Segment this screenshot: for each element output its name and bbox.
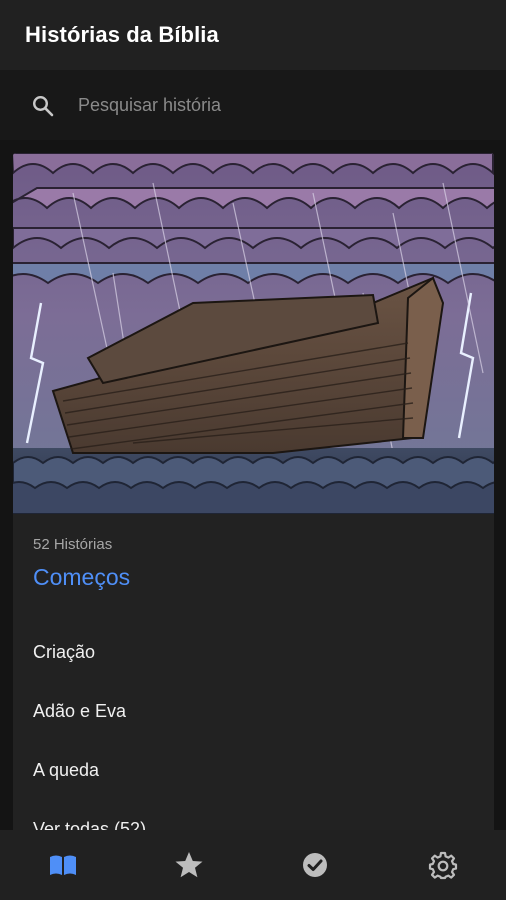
bottom-navigation xyxy=(0,830,506,900)
nav-tab-stories[interactable] xyxy=(0,830,126,900)
app-title: Histórias da Bíblia xyxy=(25,22,219,47)
app-bar: Histórias da Bíblia xyxy=(0,0,506,70)
search-input[interactable] xyxy=(78,90,478,120)
collection-title[interactable]: Começos xyxy=(33,564,130,591)
check-circle-icon xyxy=(300,850,330,880)
book-icon xyxy=(48,850,78,880)
list-item[interactable]: Adão e Eva xyxy=(33,694,473,728)
list-item[interactable]: Criação xyxy=(33,635,473,669)
gear-icon xyxy=(428,850,458,880)
story-count: 52 Histórias xyxy=(33,536,113,553)
search-icon[interactable] xyxy=(31,94,55,118)
story-collection-card: 52 Histórias Começos Criação Adão e Eva … xyxy=(13,153,494,853)
nav-tab-completed[interactable] xyxy=(252,830,378,900)
nav-tab-settings[interactable] xyxy=(380,830,506,900)
list-item[interactable]: A queda xyxy=(33,753,473,787)
app-screen: Histórias da Bíblia Pesquisar história 5… xyxy=(0,0,506,900)
search-bar xyxy=(0,70,506,140)
star-icon xyxy=(174,850,204,880)
nav-tab-favorites[interactable] xyxy=(126,830,252,900)
cover-illustration[interactable] xyxy=(13,153,494,514)
